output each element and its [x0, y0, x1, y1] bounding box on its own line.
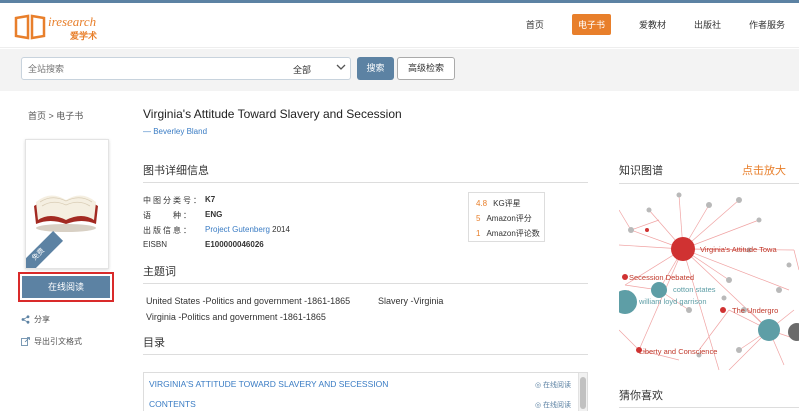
subjects-heading: 主题词 [143, 266, 176, 278]
classification-row: 中图分类号： K7 [143, 195, 215, 206]
subject-link[interactable]: United States -Politics and government -… [146, 296, 350, 306]
share-label: 分享 [34, 315, 50, 324]
site-header: iresearch 爱学术 首页 电子书 爱教材 出版社 作者服务 [0, 3, 799, 48]
toc-item[interactable]: CONTENTS [149, 399, 196, 409]
main-nav: 首页 电子书 爱教材 出版社 作者服务 [498, 13, 785, 35]
search-scope-select[interactable]: 全部 [293, 63, 311, 76]
book-logo-icon [14, 14, 46, 40]
graph-node[interactable] [619, 290, 637, 314]
subject-link[interactable]: Slavery -Virginia [378, 296, 443, 306]
read-online-button[interactable]: 在线阅读 [22, 276, 110, 298]
share-icon [21, 315, 30, 324]
publisher-label: 出版信息： [143, 226, 193, 235]
graph-node[interactable] [721, 295, 727, 301]
graph-label: Secession Debated [629, 273, 694, 282]
graph-node-hub[interactable] [671, 237, 695, 261]
advanced-search-button[interactable]: 高级检索 [397, 57, 455, 80]
toc-item[interactable]: VIRGINIA'S ATTITUDE TOWARD SLAVERY AND S… [149, 379, 388, 389]
classification-label: 中图分类号： [143, 196, 203, 205]
breadcrumb[interactable]: 首页 > 电子书 [28, 109, 83, 122]
graph-label: Liberty and Conscience [639, 347, 717, 356]
graph-node[interactable] [651, 282, 667, 298]
nav-home[interactable]: 首页 [526, 14, 544, 35]
toc-read-link[interactable]: ◎ 在线阅读 [535, 400, 571, 410]
nav-ebooks[interactable]: 电子书 [571, 13, 611, 35]
search-bar: 全部 搜索 高级检索 [0, 49, 799, 91]
graph-node[interactable] [686, 307, 692, 313]
book-author-link[interactable]: — Beverley Bland [143, 127, 207, 136]
graph-node[interactable] [720, 307, 726, 313]
logo-chinese: 爱学术 [70, 31, 98, 41]
chevron-down-icon[interactable] [336, 62, 346, 72]
graph-node[interactable] [645, 228, 649, 232]
scrollbar-thumb[interactable] [580, 377, 586, 409]
amazon-review-count: 1 Amazon评论数 [476, 229, 540, 238]
knowledge-graph-zoom-link[interactable]: 点击放大 [742, 162, 786, 178]
graph-node[interactable] [736, 347, 742, 353]
toc-heading: 目录 [143, 337, 165, 349]
recommendations-heading: 猜你喜欢 [619, 390, 663, 402]
divider [619, 407, 799, 408]
logo-wordmark: iresearch [48, 14, 97, 29]
toc-read-link[interactable]: ◎ 在线阅读 [535, 380, 571, 390]
toc-list: VIRGINIA'S ATTITUDE TOWARD SLAVERY AND S… [143, 372, 588, 411]
graph-edges [619, 194, 799, 371]
language-value: ENG [205, 210, 223, 219]
graph-node[interactable] [646, 207, 652, 213]
graph-node[interactable] [758, 319, 780, 341]
subject-link[interactable]: Virginia -Politics and government -1861-… [146, 312, 326, 322]
search-button[interactable]: 搜索 [357, 57, 394, 80]
site-logo[interactable]: iresearch 爱学术 [14, 12, 134, 42]
graph-node[interactable] [676, 192, 682, 198]
toc-scrollbar[interactable] [578, 373, 587, 411]
graph-label: cotton states [673, 285, 716, 294]
graph-node[interactable] [706, 202, 712, 208]
nav-author-services[interactable]: 作者服务 [749, 14, 785, 35]
publisher-link[interactable]: Project Gutenberg [205, 225, 270, 234]
divider [619, 183, 799, 184]
knowledge-graph-heading: 知识图谱 [619, 165, 663, 177]
rating-stats-box: 4.8 KG评星 5 Amazon评分 1 Amazon评论数 [468, 192, 545, 242]
language-label: 语 种： [143, 211, 193, 220]
knowledge-graph-canvas: Virginia's Attitude Towa Secession Debat… [619, 192, 799, 371]
export-citation-link[interactable]: 导出引文格式 [21, 336, 82, 347]
nav-textbooks[interactable]: 爱教材 [639, 14, 666, 35]
divider [143, 182, 588, 183]
publisher-row: 出版信息： Project Gutenberg 2014 [143, 225, 290, 236]
graph-label: william loyd garrison [638, 297, 707, 306]
graph-node[interactable] [628, 227, 634, 233]
kg-rating: 4.8 KG评星 [476, 199, 521, 208]
export-citation-label: 导出引文格式 [34, 337, 82, 346]
graph-node[interactable] [786, 262, 792, 268]
graph-node[interactable] [788, 323, 799, 341]
nav-publishers[interactable]: 出版社 [694, 14, 721, 35]
classification-value: K7 [205, 195, 216, 204]
graph-node[interactable] [622, 274, 628, 280]
eisbn-label: EISBN [143, 240, 168, 249]
divider [143, 354, 588, 355]
eisbn-row: EISBN E100000046026 [143, 240, 264, 249]
details-heading: 图书详细信息 [143, 165, 209, 177]
graph-label: Virginia's Attitude Towa [700, 245, 777, 254]
amazon-rating: 5 Amazon评分 [476, 214, 532, 223]
graph-node[interactable] [726, 277, 732, 283]
graph-node[interactable] [756, 217, 762, 223]
graph-label: The Undergro [732, 306, 778, 315]
export-icon [21, 337, 30, 346]
book-title: Virginia's Attitude Toward Slavery and S… [143, 107, 402, 121]
divider [143, 283, 588, 284]
share-link[interactable]: 分享 [21, 314, 50, 325]
graph-node[interactable] [776, 287, 782, 293]
graph-node[interactable] [736, 197, 742, 203]
publisher-year: 2014 [269, 225, 290, 234]
search-box: 全部 [21, 57, 351, 80]
book-cover[interactable]: 免费 [25, 139, 109, 269]
language-row: 语 种： ENG [143, 210, 222, 221]
knowledge-graph[interactable]: Virginia's Attitude Towa Secession Debat… [619, 190, 799, 373]
eisbn-value: E100000046026 [205, 240, 264, 249]
search-input[interactable] [28, 58, 278, 79]
